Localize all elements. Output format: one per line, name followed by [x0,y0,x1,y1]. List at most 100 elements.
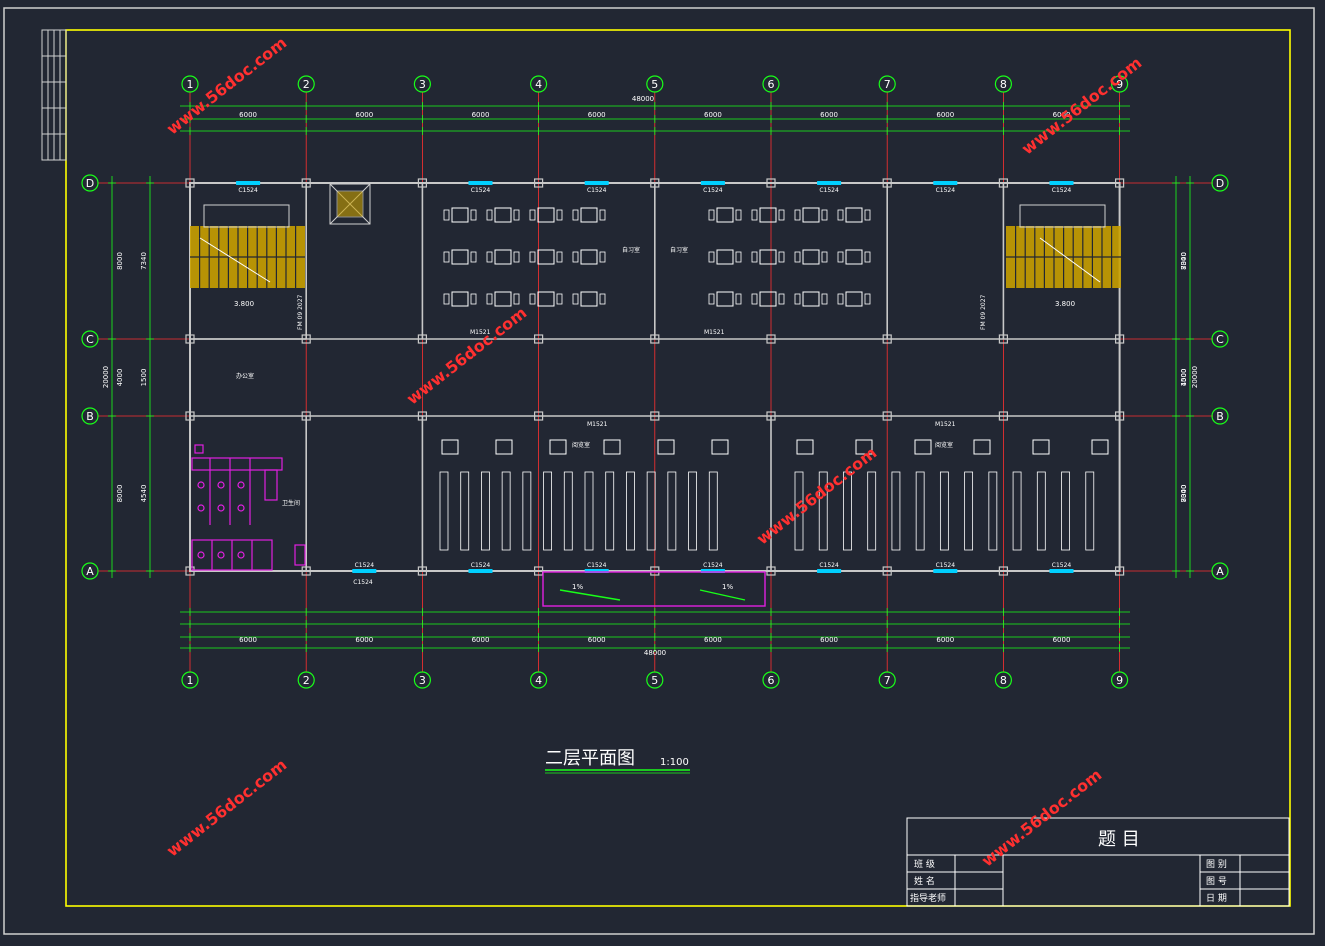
window-north-1 [468,181,493,185]
axis-label-7: 7 [884,78,891,91]
chair [864,293,871,305]
bay-dim-top-4: 6000 [588,111,606,119]
desk [494,207,512,223]
bookshelf [1085,471,1095,551]
reading-table [549,439,567,455]
chair [556,293,563,305]
chair [708,209,715,221]
bookshelf [522,471,532,551]
desk [716,249,734,265]
bookshelf [646,471,656,551]
chair [599,209,606,221]
watermark-text-4: www.56doc.com [163,755,290,860]
bay-dim-top-7: 6000 [936,111,954,119]
desk [451,207,469,223]
reading-table [973,439,991,455]
chair [470,293,477,305]
bookshelf [543,471,552,551]
bookshelf [605,471,615,551]
window-tag-north-5: C1524 [936,187,956,194]
axis-label-3: 3 [419,78,426,91]
bookshelf [867,471,877,551]
room-label-reading-1: 阅览室 [572,441,590,449]
title-block-advisor: 指导老师 [910,892,946,904]
desk [537,291,555,307]
elevator-shaft [329,183,371,225]
bookshelf [688,471,697,551]
chair [443,209,450,221]
bookshelf [626,471,635,551]
chair [708,293,715,305]
axis-label-D: D [1216,177,1224,190]
bay-dim-bottom-7: 6000 [936,636,954,644]
axis-label-6: 6 [768,674,775,687]
chair [778,209,785,221]
room-label-office: 办公室 [236,372,254,380]
bay-dim-top-2: 6000 [355,111,373,119]
chair [486,251,493,263]
bay-dim-bottom-3: 6000 [472,636,490,644]
bay-dim-top-5: 6000 [704,111,722,119]
window-north-0 [236,181,261,185]
bookshelf [988,471,998,551]
window-tag-north-6: C1524 [1052,187,1072,194]
chair [599,293,606,305]
chair [513,293,520,305]
window-tag-north-4: C1524 [819,187,839,194]
title-block-sheet: 图 别 [1206,859,1227,870]
axis-label-A: A [86,565,94,578]
stair-right [1006,204,1121,288]
axis-label-A: A [1216,565,1224,578]
chair [864,251,871,263]
stair-left [190,204,305,288]
chair [529,251,536,263]
dim-inner-1-2: 7340 [1180,252,1188,270]
bookshelf [1012,471,1022,551]
chair [708,251,715,263]
desk [451,291,469,307]
axis-label-2: 2 [303,78,310,91]
chair [443,293,450,305]
dim-inner-1-0: 7340 [1180,485,1188,503]
reading-table [603,439,621,455]
dim-inner-0-1: 1500 [140,369,148,387]
chair [486,293,493,305]
window-tag-north-2: C1524 [587,187,607,194]
dim-inner-0-0: 4540 [140,485,148,503]
drawing-title: 二层平面图 [545,748,635,769]
chair [751,209,758,221]
overall-depth-right: 20000 [1191,366,1199,388]
axis-label-5: 5 [651,674,658,687]
axis-label-8: 8 [1000,78,1007,91]
axis-label-4: 4 [535,674,542,687]
window-tag-north-0: C1524 [238,187,258,194]
chair [837,293,844,305]
overall-depth-left: 20000 [102,366,110,388]
window-tag-south-4: C1524 [819,562,839,569]
window-north-2 [584,181,609,185]
window-tag-south-6: C1524 [1052,562,1072,569]
desk [494,291,512,307]
bookshelf [939,471,949,551]
bay-dim-bottom-4: 6000 [588,636,606,644]
bookshelf [891,471,901,551]
chair [529,209,536,221]
chair [821,251,828,263]
chair [513,251,520,263]
drawing-scale: 1:100 [660,757,689,768]
desk [759,207,777,223]
chair [572,251,579,263]
cad-drawing-sheet: 112233445566778899AABBCCDD 6000 6000 6000 6… [0,0,1325,942]
desk [580,207,598,223]
watermarks: www.56doc.com www.56doc.comwww.56doc.comw… [163,33,1145,870]
chair [794,293,801,305]
reading-table [1091,439,1109,455]
desk [537,207,555,223]
reading-table [796,439,814,455]
axis-label-8: 8 [1000,674,1007,687]
bookshelf [1061,471,1070,551]
room-label-reading-2: 阅览室 [935,441,953,449]
dim-inner-0-2: 7340 [140,252,148,270]
window-south-5 [933,569,958,573]
chair [529,293,536,305]
